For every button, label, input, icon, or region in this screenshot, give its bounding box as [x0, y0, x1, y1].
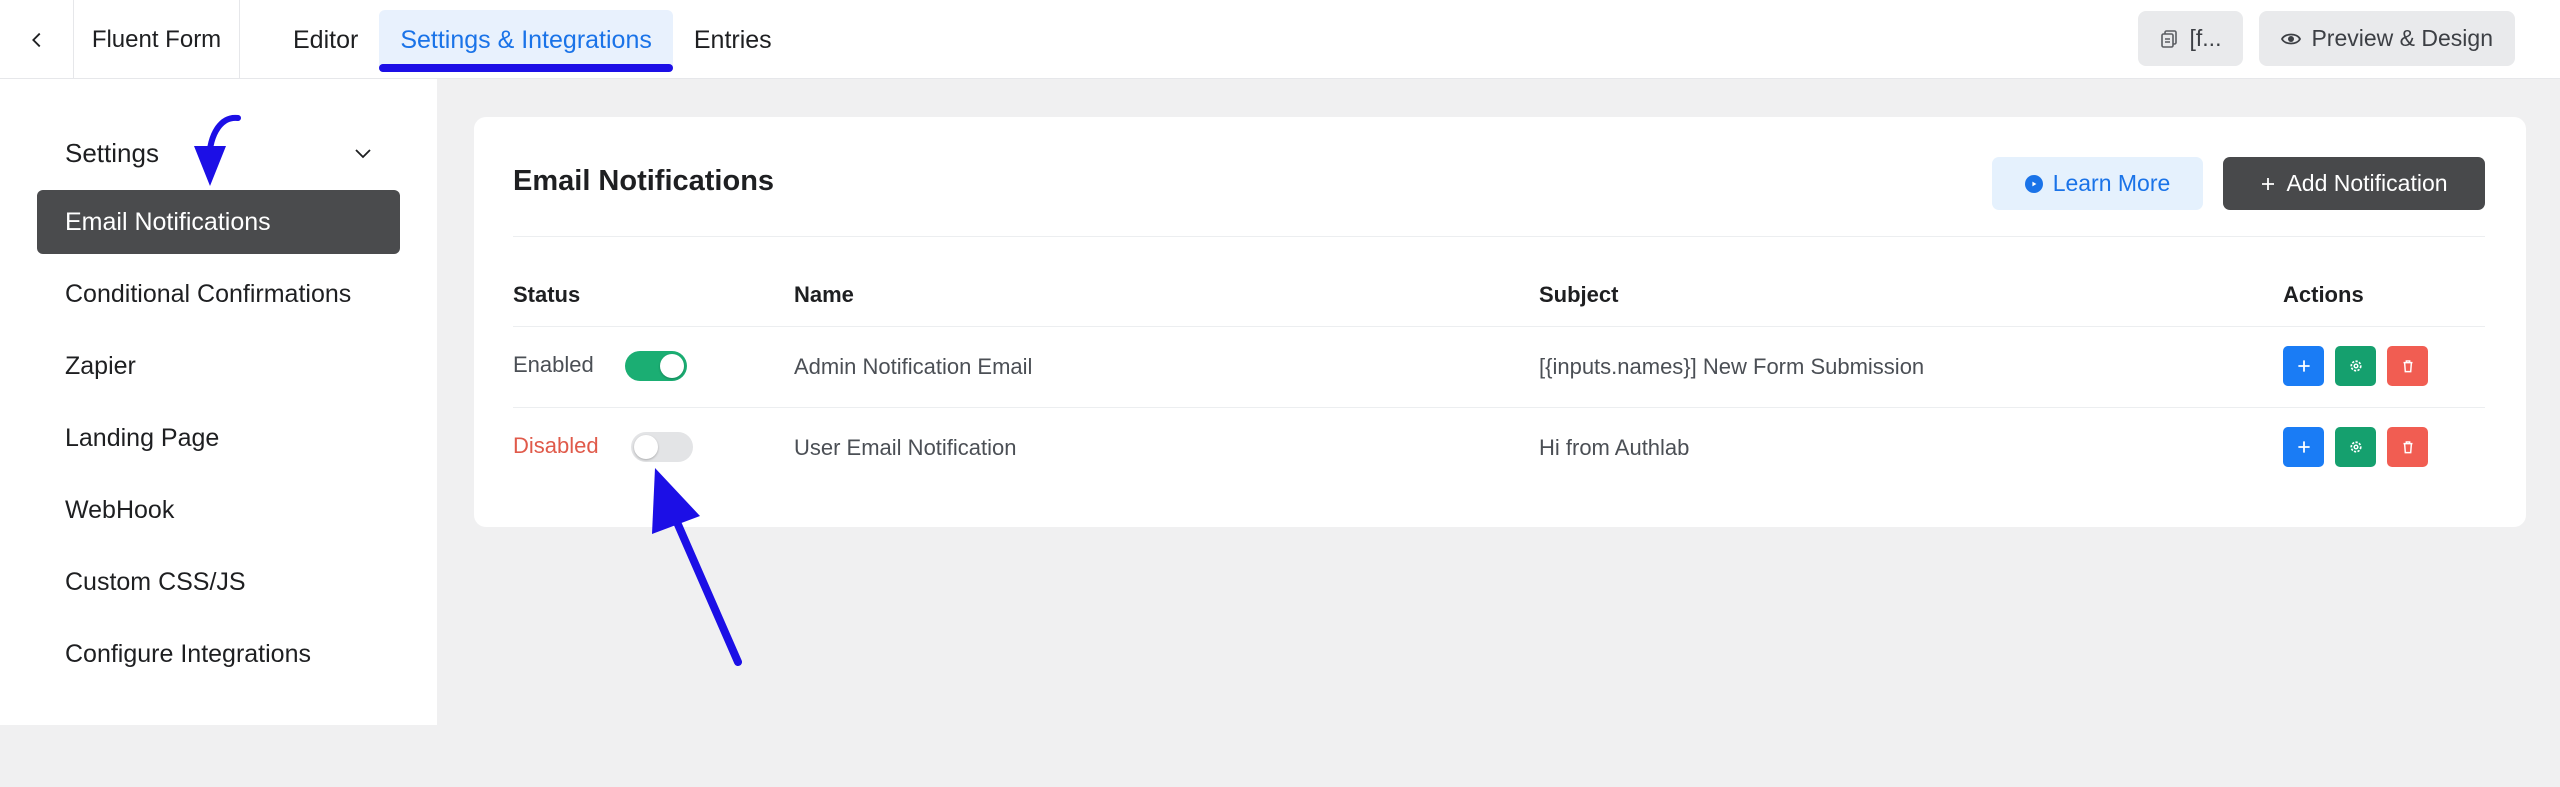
form-name: Fluent Form [74, 0, 240, 79]
top-actions: [f... Preview & Design [2137, 11, 2515, 66]
add-notification-button[interactable]: Add Notification [2223, 157, 2485, 210]
play-icon [2024, 174, 2043, 193]
eye-icon [2281, 33, 2302, 44]
notification-subject: [{inputs.names}] New Form Submission [1539, 354, 1925, 379]
sidebar-menu: Email Notifications Conditional Confirma… [37, 190, 400, 694]
settings-button[interactable] [2335, 427, 2376, 467]
duplicate-button[interactable] [2283, 346, 2324, 386]
delete-button[interactable] [2387, 346, 2428, 386]
notification-name: User Email Notification [794, 435, 1017, 460]
column-header-name: Name [794, 282, 854, 307]
top-bar: Fluent Form Editor Settings & Integratio… [0, 0, 2560, 79]
status-label: Disabled [513, 433, 599, 458]
sidebar-item-email-notifications[interactable]: Email Notifications [37, 190, 400, 254]
row-divider [513, 407, 2485, 408]
notification-subject: Hi from Authlab [1539, 435, 1690, 460]
copy-icon [2160, 29, 2177, 48]
sidebar-item-landing-page[interactable]: Landing Page [37, 406, 400, 470]
notification-name: Admin Notification Email [794, 354, 1033, 379]
top-tabs: Editor Settings & Integrations Entries [272, 10, 793, 72]
gear-icon [2349, 441, 2362, 453]
learn-more-label: Learn More [2052, 170, 2171, 196]
page-title: Email Notifications [513, 165, 775, 197]
plus-icon [2262, 177, 2275, 190]
tab-editor[interactable]: Editor [272, 10, 379, 70]
tab-entries[interactable]: Entries [673, 10, 793, 70]
trash-icon [2403, 441, 2412, 454]
trash-icon [2403, 360, 2412, 373]
learn-more-button[interactable]: Learn More [1992, 157, 2203, 210]
toggle-knob [634, 435, 658, 459]
gear-icon [2349, 360, 2362, 372]
add-notification-label: Add Notification [2286, 170, 2448, 196]
preview-design-label: Preview & Design [2311, 25, 2493, 51]
shortcode-button[interactable]: [f... [2137, 11, 2244, 66]
column-header-status: Status [513, 282, 581, 307]
chevron-left-icon [31, 32, 40, 47]
sidebar-item-configure-integrations[interactable]: Configure Integrations [37, 622, 400, 686]
toggle-knob [660, 354, 684, 378]
divider [513, 236, 2485, 237]
settings-button[interactable] [2335, 346, 2376, 386]
plus-icon [2297, 360, 2310, 372]
plus-icon [2297, 441, 2310, 453]
duplicate-button[interactable] [2283, 427, 2324, 467]
email-notifications-card: Email Notifications Learn More Add Notif… [474, 117, 2526, 527]
shortcode-label: [f... [2189, 25, 2222, 51]
table-header-divider [513, 326, 2485, 327]
tab-settings-integrations[interactable]: Settings & Integrations [379, 10, 673, 72]
sidebar-item-custom-css-js[interactable]: Custom CSS/JS [37, 550, 400, 614]
column-header-subject: Subject [1539, 282, 1619, 307]
status-toggle[interactable] [625, 351, 687, 381]
sidebar-item-zapier[interactable]: Zapier [37, 334, 400, 398]
settings-section-toggle[interactable]: Settings [65, 133, 375, 173]
chevron-down-icon [355, 149, 371, 159]
sidebar-item-conditional-confirmations[interactable]: Conditional Confirmations [37, 262, 400, 326]
preview-design-button[interactable]: Preview & Design [2259, 11, 2515, 66]
status-toggle[interactable] [631, 432, 693, 462]
settings-sidebar: Settings Email Notifications Conditional… [0, 79, 437, 725]
column-header-actions: Actions [2283, 282, 2364, 307]
settings-section-title: Settings [65, 137, 159, 168]
sidebar-item-webhook[interactable]: WebHook [37, 478, 400, 542]
back-button[interactable] [0, 0, 74, 79]
delete-button[interactable] [2387, 427, 2428, 467]
status-label: Enabled [513, 352, 594, 377]
